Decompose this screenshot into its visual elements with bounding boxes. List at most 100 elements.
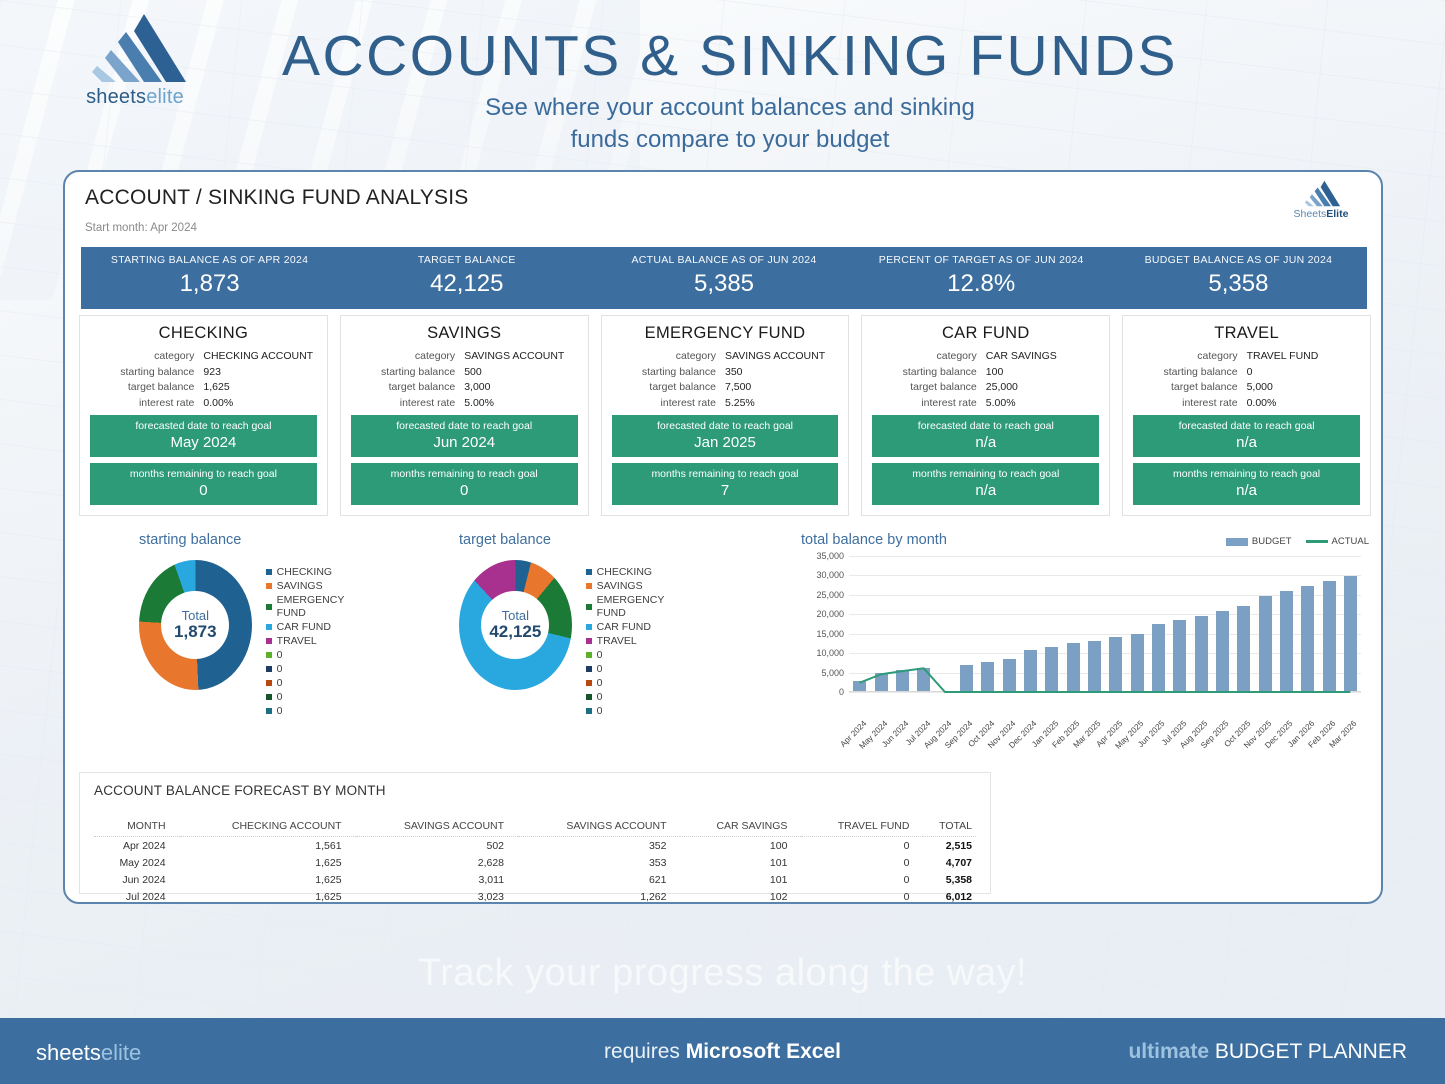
donut-center: Total 42,125 — [481, 591, 550, 659]
y-axis-tick: 0 — [838, 687, 844, 697]
donut-center-value: 42,125 — [489, 622, 542, 642]
kpi-3: ACTUAL BALANCE AS OF JUN 2024 5,385 — [595, 247, 852, 309]
forecast-date-box: forecasted date to reach goal Jun 2024 — [350, 414, 578, 457]
footer-product-a: ultimate — [1128, 1040, 1209, 1063]
field-label: category — [1197, 350, 1238, 362]
donut-chart-title: starting balance — [139, 532, 242, 548]
months-remaining-value: n/a — [975, 481, 997, 499]
donut-chart-title: target balance — [459, 532, 551, 548]
kpi-value: 5,385 — [693, 270, 755, 297]
field-interest-rate: interest rate 0.00% — [90, 397, 317, 409]
field-category: category CHECKING ACCOUNT — [90, 350, 317, 362]
legend-item-actual: ACTUAL — [1305, 536, 1369, 547]
field-label: starting balance — [120, 365, 195, 378]
account-card-car-fund: CAR FUND category CAR SAVINGS starting bala… — [861, 315, 1111, 516]
forecast-table-title: ACCOUNT BALANCE FORECAST BY MONTH — [94, 783, 386, 798]
legend-item: 0 — [265, 704, 362, 718]
table-cell: 3,023 — [477, 890, 505, 903]
table-cell: 101 — [769, 856, 788, 869]
forecast-table-body: Apr 2024 1,561 502 352 100 0 2,515 May 2024 1,62… — [94, 837, 976, 903]
field-label: interest rate — [660, 396, 716, 409]
field-value: 5.25% — [724, 396, 755, 409]
table-row: Jun 2024 1,625 3,011 621 101 0 5,358 — [94, 871, 976, 888]
field-starting-balance: starting balance 923 — [90, 366, 317, 378]
legend-swatch-icon — [265, 638, 272, 645]
column-header: CAR SAVINGS — [680, 820, 802, 837]
field-label: category — [675, 350, 716, 362]
bar-chart-plot-area: 0 5,000 10,000 15,000 20,000 25,000 30,000 35,0… — [816, 551, 1361, 751]
forecast-date-label: forecasted date to reach goal — [396, 419, 533, 432]
footer-requirement-product: Microsoft Excel — [685, 1040, 841, 1063]
legend-label: 0 — [276, 704, 283, 717]
field-value: 7,500 — [724, 381, 752, 393]
legend-item: SAVINGS — [265, 580, 362, 593]
kpi-value: 42,125 — [430, 270, 504, 297]
field-value: 5.00% — [985, 396, 1016, 409]
donut-legend: CHECKING SAVINGS EMERGENCY FUND CAR FUND TRA… — [265, 560, 362, 719]
field-value: 100 — [985, 365, 1004, 378]
field-value: 5.00% — [464, 396, 494, 409]
y-axis-tick: 10,000 — [816, 648, 844, 659]
footer-requirement-prefix: requires — [604, 1040, 686, 1063]
months-remaining-box: months remaining to reach goal 0 — [350, 462, 578, 505]
donut-ring: Total 42,125 — [459, 560, 572, 690]
legend-item: TRAVEL — [265, 635, 362, 648]
table-cell: 502 — [486, 839, 505, 852]
kpi-label: ACTUAL BALANCE AS OF JUN 2024 — [631, 254, 817, 266]
field-label: starting balance — [381, 365, 456, 378]
field-category: category SAVINGS ACCOUNT — [612, 350, 839, 362]
kpi-value: 5,358 — [1208, 270, 1269, 297]
budget-swatch-icon — [1225, 537, 1248, 546]
column-header: TRAVEL FUND — [801, 820, 924, 837]
account-card-fields: category CHECKING ACCOUNT starting balance… — [90, 350, 317, 409]
field-interest-rate: interest rate 5.00% — [351, 397, 578, 409]
column-header: MONTH — [94, 820, 180, 837]
table-cell: 101 — [769, 873, 788, 886]
y-axis-tick: 5,000 — [821, 667, 844, 678]
legend-label: 0 — [276, 662, 283, 675]
y-axis-tick: 20,000 — [816, 609, 844, 620]
legend-label: TRAVEL — [596, 634, 637, 647]
table-cell: May 2024 — [119, 856, 166, 869]
legend-item: 0 — [265, 649, 362, 662]
forecast-date-box: forecasted date to reach goal n/a — [1133, 414, 1360, 457]
page-subtitle-line1: See where your account balances and sink… — [485, 94, 975, 121]
mountain-logo-icon — [92, 14, 186, 82]
table-cell: 2,628 — [477, 856, 505, 869]
legend-swatch-icon — [265, 652, 272, 659]
legend-label: 0 — [596, 704, 603, 717]
dashboard-logo-label: SheetsElite — [1279, 208, 1363, 220]
legend-swatch-icon — [585, 666, 592, 673]
field-value: 25,000 — [985, 381, 1018, 393]
table-cell: 5,358 — [945, 873, 972, 886]
start-month-label: Start month: Apr 2024 — [85, 222, 197, 234]
legend-label: SAVINGS — [596, 579, 643, 592]
field-starting-balance: starting balance 350 — [612, 366, 839, 378]
table-row: May 2024 1,625 2,628 353 101 0 4,707 — [94, 854, 976, 871]
field-value: SAVINGS ACCOUNT — [724, 350, 826, 362]
field-label: starting balance — [1163, 365, 1238, 378]
field-category: category TRAVEL FUND — [1133, 350, 1360, 362]
forecast-date-value: Jan 2025 — [694, 433, 756, 451]
mountain-logo-icon — [1304, 180, 1341, 207]
field-value: TRAVEL FUND — [1246, 350, 1319, 362]
total-balance-by-month-chart: total balance by month BUDGET ACTUAL 0 5,… — [801, 532, 1371, 762]
dashboard-card: ACCOUNT / SINKING FUND ANALYSIS Start mo… — [63, 170, 1383, 904]
field-value: 1,625 — [203, 381, 230, 393]
account-card-checking: CHECKING category CHECKING ACCOUNT starting… — [79, 315, 328, 516]
donut-center-value: 1,873 — [174, 622, 217, 642]
forecast-date-label: forecasted date to reach goal — [917, 419, 1054, 432]
column-header: CHECKING ACCOUNT — [179, 820, 356, 837]
starting-balance-chart: starting balance Total 1,873 CHECKING SAVING… — [139, 532, 344, 717]
kpi-label: TARGET BALANCE — [417, 254, 516, 266]
page-footer: sheetselite requires Microsoft Excel ult… — [0, 1018, 1445, 1084]
forecast-date-label: forecasted date to reach goal — [656, 419, 793, 432]
brand-word-1: sheets — [86, 86, 147, 108]
donut-center: Total 1,873 — [161, 591, 230, 659]
account-card-fields: category CAR SAVINGS starting balance 100 ta… — [872, 350, 1099, 409]
legend-label: 0 — [596, 690, 603, 703]
legend-swatch-icon — [585, 638, 592, 645]
footer-product-b: BUDGET PLANNER — [1209, 1040, 1407, 1063]
page-header: sheetselite ACCOUNTS & SINKING FUNDS See… — [0, 0, 1445, 160]
field-label: interest rate — [138, 396, 195, 409]
